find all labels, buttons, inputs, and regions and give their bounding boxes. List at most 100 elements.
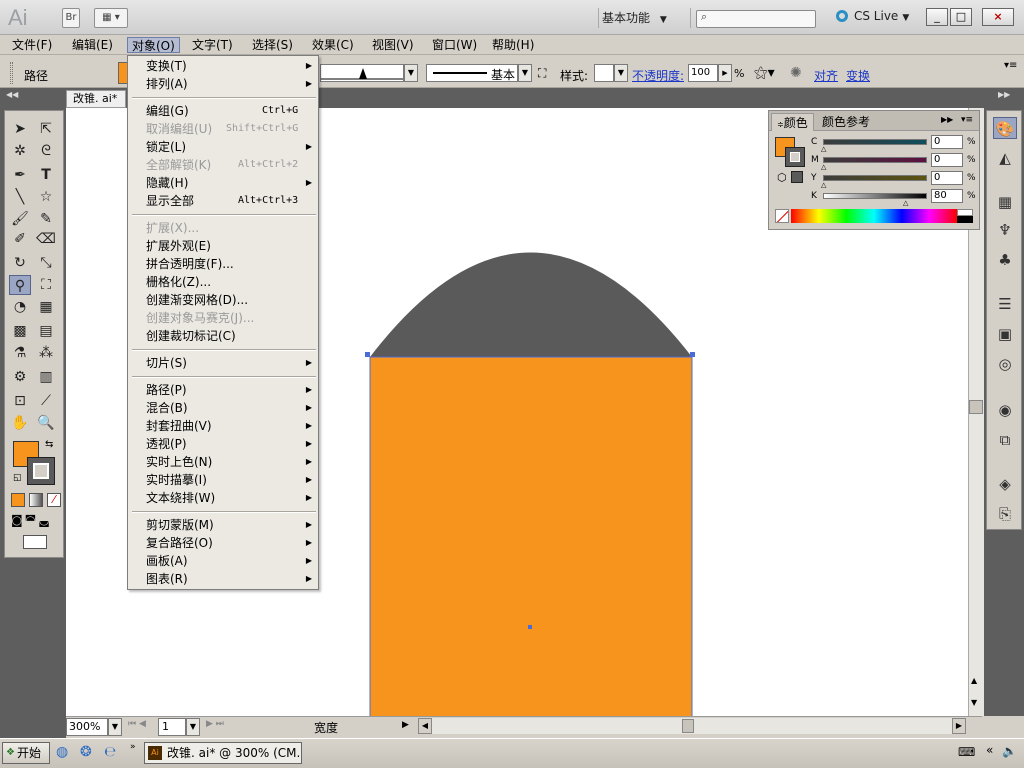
collapse-icon[interactable]: ◀◀ — [6, 90, 18, 99]
zoom-input[interactable]: 300% — [66, 718, 108, 736]
blend-tool-icon[interactable]: ⁂ — [35, 343, 57, 363]
scroll-thumb[interactable] — [969, 400, 983, 414]
horizontal-scrollbar[interactable] — [432, 718, 952, 734]
quicklaunch-more-icon[interactable]: » — [130, 742, 136, 752]
menu-effect[interactable]: 效果(C) — [308, 37, 358, 53]
scroll-up-icon[interactable]: ▲ — [971, 676, 977, 685]
hand-tool-icon[interactable]: ✋ — [9, 413, 31, 433]
gear-icon[interactable]: ✺ — [790, 65, 802, 81]
rotate-tool-icon[interactable]: ↻ — [9, 253, 31, 273]
menu-item-graph[interactable]: 图表(R) ▶ — [128, 570, 318, 588]
graphic-styles-icon[interactable]: ⧉ — [993, 429, 1017, 451]
default-colors-icon[interactable]: ◱ — [13, 473, 22, 483]
slider-thumb[interactable]: △ — [821, 163, 826, 171]
panel-stroke-swatch[interactable] — [785, 147, 805, 167]
star-tool-icon[interactable]: ☆ — [35, 187, 57, 207]
taskbar-item-illustrator[interactable]: Ai 改锥. ai* @ 300% (CM... — [144, 742, 302, 764]
slider-thumb[interactable]: △ — [821, 145, 826, 153]
close-button[interactable]: × — [982, 8, 1014, 26]
swap-colors-icon[interactable]: ⇆ — [45, 439, 53, 450]
white-swatch[interactable] — [957, 209, 973, 216]
tab-color-guide[interactable]: 颜色参考 — [817, 113, 875, 131]
opacity-input[interactable]: 100 — [688, 64, 718, 82]
panel-menu-icon[interactable]: ▾≡ — [961, 115, 973, 125]
color-spectrum-bar[interactable] — [791, 209, 957, 223]
panel-menu-icon[interactable]: ▾≡ — [1004, 60, 1017, 71]
browser-icon[interactable]: ❂ — [80, 744, 92, 760]
reshape-icon[interactable]: ⛶ — [538, 66, 546, 81]
minimize-button[interactable]: _ — [926, 8, 948, 26]
artboard-tool-icon[interactable]: ⊡ — [9, 391, 31, 411]
pen-tool-icon[interactable]: ✒ — [9, 165, 31, 185]
restore-button[interactable]: □ — [950, 8, 972, 26]
menu-item-envelope-distort[interactable]: 封套扭曲(V) ▶ — [128, 417, 318, 435]
perspective-grid-tool-icon[interactable]: ▦ — [35, 297, 57, 317]
menu-item-transform[interactable]: 变换(T) ▶ — [128, 57, 318, 75]
menu-item-blend[interactable]: 混合(B) ▶ — [128, 399, 318, 417]
help-search-input[interactable]: ⌕ — [696, 10, 816, 28]
out-of-gamut-icon[interactable]: ⬡ — [777, 171, 787, 184]
layers-icon[interactable]: ◈ — [993, 473, 1017, 495]
opacity-stepper[interactable]: ▶ — [718, 64, 732, 82]
yellow-input[interactable]: 0 — [931, 171, 963, 185]
scroll-left-icon[interactable]: ◀ — [418, 718, 432, 734]
slider-thumb[interactable]: △ — [821, 181, 826, 189]
menu-item-live-trace[interactable]: 实时描摹(I) ▶ — [128, 471, 318, 489]
menu-view[interactable]: 视图(V) — [368, 37, 418, 53]
eyedropper-tool-icon[interactable]: ⚗ — [9, 343, 31, 363]
paintbrush-tool-icon[interactable]: 🖌 — [9, 209, 31, 229]
brushes-icon[interactable]: ♆ — [993, 219, 1017, 241]
menu-item-flatten-transparency[interactable]: 拼合透明度(F)... — [128, 255, 318, 273]
menu-object[interactable]: 对象(O) — [127, 37, 180, 53]
chevron-down-icon[interactable]: ▼ — [186, 718, 200, 736]
width-tool-icon[interactable]: ⚲ — [9, 275, 31, 295]
menu-item-clipping-mask[interactable]: 剪切蒙版(M) ▶ — [128, 516, 318, 534]
start-button[interactable]: ❖ 开始 — [2, 742, 50, 764]
free-transform-tool-icon[interactable]: ⛶ — [35, 275, 57, 295]
workspace-switcher[interactable]: 基本功能 ▼ — [602, 9, 682, 27]
slider-thumb[interactable]: △ — [903, 199, 908, 207]
brush-definition[interactable]: 基本 — [426, 64, 518, 82]
color-mode-icon[interactable] — [11, 493, 25, 507]
menu-item-artboards[interactable]: 画板(A) ▶ — [128, 552, 318, 570]
drawing-modes-icon[interactable]: ◙◚◛ — [11, 513, 61, 529]
menu-item-compound-path[interactable]: 复合路径(O) ▶ — [128, 534, 318, 552]
menu-help[interactable]: 帮助(H) — [488, 37, 538, 53]
opacity-link[interactable]: 不透明度: — [632, 67, 684, 84]
menu-item-crop-marks[interactable]: 创建裁切标记(C) — [128, 327, 318, 345]
menu-edit[interactable]: 编辑(E) — [68, 37, 117, 53]
arrange-documents-button[interactable]: ▦ ▾ — [94, 8, 128, 28]
variable-width-profile[interactable] — [320, 64, 404, 82]
menu-window[interactable]: 窗口(W) — [428, 37, 481, 53]
menu-select[interactable]: 选择(S) — [248, 37, 297, 53]
artboards-icon[interactable]: ⎘ — [993, 503, 1017, 525]
shape-builder-tool-icon[interactable]: ◔ — [9, 297, 31, 317]
blob-brush-tool-icon[interactable]: ✐ — [9, 229, 31, 249]
menu-item-perspective[interactable]: 透视(P) ▶ — [128, 435, 318, 453]
menu-item-slice[interactable]: 切片(S) ▶ — [128, 354, 318, 372]
last-artboard-icon[interactable]: ▶ ⏭ — [206, 719, 224, 729]
chevron-down-icon[interactable]: ▼ — [108, 718, 122, 736]
black-swatch[interactable] — [957, 216, 973, 223]
chevron-down-icon[interactable]: ▼ — [614, 64, 628, 82]
slice-tool-icon[interactable]: ⟋ — [35, 391, 57, 411]
first-artboard-icon[interactable]: ⏮ ◀ — [128, 719, 146, 729]
cs-live-button[interactable]: CS Live ▼ — [836, 9, 909, 23]
ie-icon[interactable]: ℮ — [104, 744, 116, 760]
cyan-input[interactable]: 0 — [931, 135, 963, 149]
graphic-style-swatch[interactable] — [594, 64, 614, 82]
volume-icon[interactable]: 🔈 — [1002, 744, 1017, 758]
menu-file[interactable]: 文件(F) — [8, 37, 56, 53]
column-graph-tool-icon[interactable]: ▥ — [35, 367, 57, 387]
direct-selection-tool-icon[interactable]: ⇱ — [35, 119, 57, 139]
keyboard-icon[interactable]: ⌨ — [958, 745, 975, 759]
menu-item-path[interactable]: 路径(P) ▶ — [128, 381, 318, 399]
menu-item-live-paint[interactable]: 实时上色(N) ▶ — [128, 453, 318, 471]
transform-link[interactable]: 变换 — [846, 67, 870, 84]
menu-item-expand-appearance[interactable]: 扩展外观(E) — [128, 237, 318, 255]
gradient-tool-icon[interactable]: ▤ — [35, 321, 57, 341]
closest-color-swatch[interactable] — [791, 171, 803, 183]
stroke-color-swatch[interactable] — [27, 457, 55, 485]
line-tool-icon[interactable]: ╲ — [9, 187, 31, 207]
chrome-icon[interactable]: ◍ — [56, 744, 68, 760]
